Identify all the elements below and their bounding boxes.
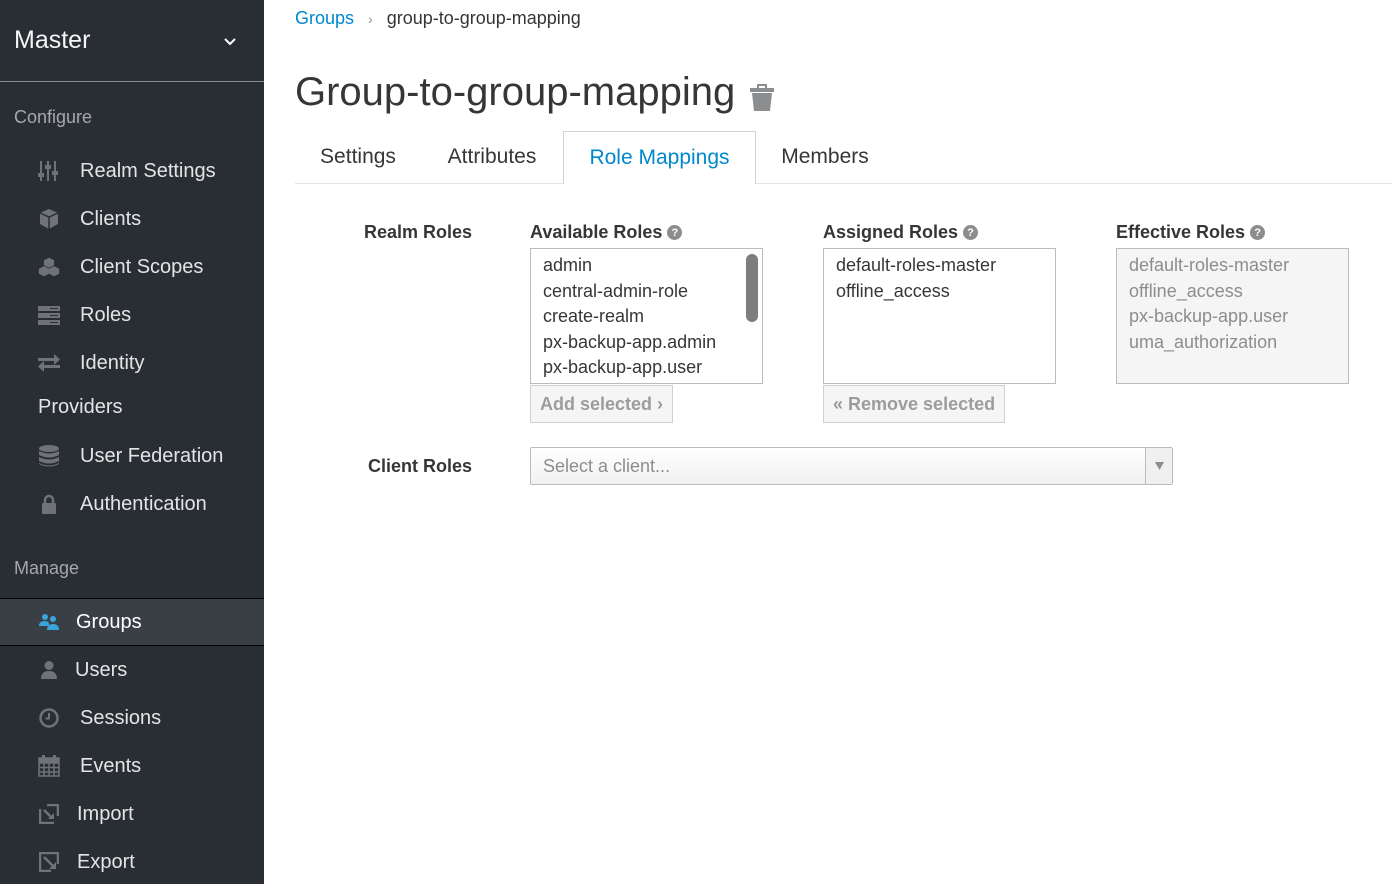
tab-members[interactable]: Members [756,131,894,184]
available-roles-title: Available Roles [530,222,662,243]
exchange-icon [38,352,60,374]
client-select-placeholder: Select a client... [531,456,1145,477]
sidebar-item-sessions[interactable]: Sessions [0,695,264,741]
sidebar-item-label: Sessions [80,707,161,730]
client-select[interactable]: Select a client... [530,447,1173,485]
sidebar-item-roles[interactable]: Roles [0,292,264,338]
main-content: Groups › group-to-group-mapping Group-to… [264,0,1392,884]
list-item[interactable]: px-backup-app.admin [543,330,762,356]
client-roles-label: Client Roles [368,456,472,477]
cubes-icon [38,256,60,278]
sidebar-item-user-federation[interactable]: User Federation [0,433,264,479]
breadcrumb-current: group-to-group-mapping [387,8,581,29]
effective-roles-label: Effective Roles ? [1116,222,1265,243]
sidebar-item-label: Groups [76,611,142,634]
sidebar-item-providers-label[interactable]: Providers [38,396,122,419]
assigned-roles-label: Assigned Roles ? [823,222,978,243]
page-title: Group-to-group-mapping [295,70,735,115]
database-icon [38,445,60,467]
manage-section-label: Manage [14,558,79,579]
sidebar-item-label: User Federation [80,445,223,468]
sidebar-item-import[interactable]: Import [0,791,264,837]
sidebar-item-authentication[interactable]: Authentication [0,481,264,527]
lock-icon [38,493,60,515]
remove-selected-button[interactable]: « Remove selected [823,385,1005,423]
users-icon [38,611,60,633]
sidebar-item-label: Users [75,659,127,682]
assigned-roles-list[interactable]: default-roles-master offline_access [823,248,1056,384]
sidebar-item-label: Realm Settings [80,160,216,183]
sidebar: Master Configure Realm Settings Clients … [0,0,264,884]
tab-attributes[interactable]: Attributes [421,131,563,184]
list-item: px-backup-app.user [1129,304,1348,330]
list-item: default-roles-master [1129,253,1348,279]
help-icon[interactable]: ? [963,225,978,240]
chevron-down-icon [224,35,236,47]
list-item[interactable]: central-admin-role [543,279,762,305]
available-roles-label: Available Roles ? [530,222,682,243]
list-item[interactable]: offline_access [836,279,1055,305]
sliders-icon [38,160,60,182]
import-icon [38,803,60,825]
sidebar-item-users[interactable]: Users [0,647,264,693]
configure-section-label: Configure [14,107,92,128]
help-icon[interactable]: ? [667,225,682,240]
list-item[interactable]: create-realm [543,304,762,330]
sidebar-item-groups[interactable]: Groups [0,598,264,646]
help-icon[interactable]: ? [1250,225,1265,240]
breadcrumb-groups-link[interactable]: Groups [295,8,354,29]
sidebar-item-client-scopes[interactable]: Client Scopes [0,244,264,290]
trash-icon[interactable] [748,82,776,112]
breadcrumb-separator: › [368,11,373,27]
sidebar-item-label: Events [80,755,141,778]
sidebar-item-label: Roles [80,304,131,327]
calendar-icon [38,755,60,777]
breadcrumb: Groups › group-to-group-mapping [295,8,581,29]
realm-roles-label: Realm Roles [364,222,472,243]
assigned-roles-title: Assigned Roles [823,222,958,243]
caret-down-icon[interactable] [1145,448,1172,484]
export-icon [38,851,60,873]
sidebar-item-label: Import [77,803,134,826]
sidebar-item-clients[interactable]: Clients [0,196,264,242]
clock-icon [38,707,60,729]
cube-icon [38,208,60,230]
sidebar-item-events[interactable]: Events [0,743,264,789]
scrollbar[interactable] [746,254,758,322]
list-item: uma_authorization [1129,330,1348,356]
sidebar-item-realm-settings[interactable]: Realm Settings [0,148,264,194]
sidebar-item-label: Authentication [80,493,207,516]
sidebar-item-identity-providers[interactable]: Identity [0,340,264,386]
realm-name: Master [14,26,90,55]
list-item[interactable]: default-roles-master [836,253,1055,279]
user-icon [38,659,60,681]
realm-selector[interactable]: Master [0,0,264,82]
sidebar-item-label: Client Scopes [80,256,203,279]
add-selected-button[interactable]: Add selected › [530,385,673,423]
sidebar-item-label: Export [77,851,135,874]
sidebar-item-label: Clients [80,208,141,231]
effective-roles-title: Effective Roles [1116,222,1245,243]
available-roles-list[interactable]: admin central-admin-role create-realm px… [530,248,763,384]
server-icon [38,304,60,326]
list-item[interactable]: px-backup-app.user [543,355,762,381]
list-item: offline_access [1129,279,1348,305]
effective-roles-list: default-roles-master offline_access px-b… [1116,248,1349,384]
tab-bar: Settings Attributes Role Mappings Member… [295,131,1392,184]
tab-role-mappings[interactable]: Role Mappings [563,131,756,185]
sidebar-item-label: Identity [80,352,144,375]
sidebar-item-export[interactable]: Export [0,839,264,885]
tab-settings[interactable]: Settings [295,131,421,184]
list-item[interactable]: admin [543,253,762,279]
